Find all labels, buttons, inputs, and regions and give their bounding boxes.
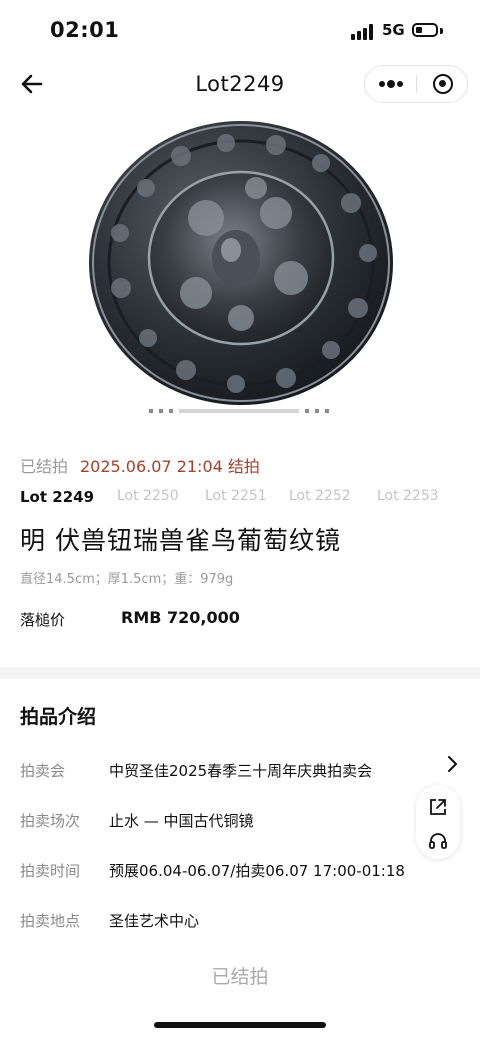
lot-tab-2250[interactable]: Lot 2250: [117, 488, 179, 504]
home-indicator: [154, 1022, 326, 1028]
network-type: 5G: [382, 21, 405, 39]
image-carousel-indicator: [149, 399, 333, 413]
floating-action-bar: [416, 785, 460, 859]
signal-icon: [351, 24, 377, 40]
lot-tabs-fade: [434, 482, 480, 512]
lot-image[interactable]: [86, 118, 396, 408]
miniapp-capsule: [364, 65, 468, 103]
auction-value[interactable]: 中贸圣佳2025春季三十周年庆典拍卖会: [109, 760, 372, 781]
chevron-right-icon[interactable]: [444, 755, 460, 773]
lot-tab-2253[interactable]: Lot 2253: [377, 488, 439, 504]
auction-time-value: 预展06.04-06.07/拍卖06.07 17:00-01:18: [109, 862, 405, 880]
auction-label: 拍卖会: [20, 762, 66, 780]
close-miniapp-icon[interactable]: [433, 74, 453, 94]
lot-title: 明 伏兽钮瑞兽雀鸟葡萄纹镜: [20, 526, 341, 555]
lot-tab-2251[interactable]: Lot 2251: [205, 488, 267, 504]
lot-tab-2249[interactable]: Lot 2249: [20, 488, 94, 506]
ended-button[interactable]: 已结拍: [0, 962, 480, 989]
battery-tip: [440, 28, 443, 34]
hammer-price-label: 落槌价: [20, 611, 66, 629]
battery-icon: [412, 23, 438, 37]
session-value: 止水 — 中国古代铜镜: [109, 812, 254, 830]
lot-specs: 直径14.5cm；厚1.5cm；重：979g: [20, 572, 234, 587]
customer-service-icon[interactable]: [428, 831, 448, 851]
lot-tab-2252[interactable]: Lot 2252: [289, 488, 351, 504]
status-time: 02:01: [50, 18, 120, 42]
capsule-divider: [416, 75, 417, 93]
more-icon[interactable]: [379, 80, 403, 88]
lot-status-label: 已结拍: [20, 457, 69, 476]
auction-time-label: 拍卖时间: [20, 862, 81, 880]
venue-label: 拍卖地点: [20, 912, 81, 930]
session-label: 拍卖场次: [20, 812, 81, 830]
intro-section-title: 拍品介绍: [20, 706, 97, 728]
section-divider: [0, 667, 480, 679]
venue-value: 圣佳艺术中心: [109, 912, 200, 930]
share-icon[interactable]: [428, 797, 448, 817]
lot-ended-datetime: 2025.06.07 21:04 结拍: [80, 457, 260, 476]
hammer-price-value: RMB 720,000: [121, 608, 240, 627]
